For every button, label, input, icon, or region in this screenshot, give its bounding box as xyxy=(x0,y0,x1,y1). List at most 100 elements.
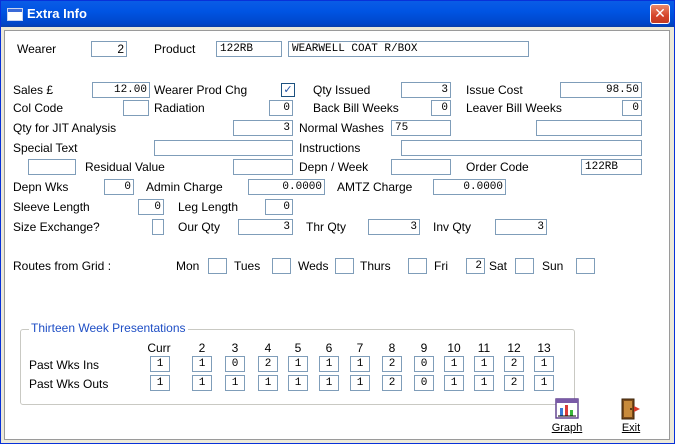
residual-value-label: Residual Value xyxy=(85,160,165,174)
route-day-label: Mon xyxy=(176,259,200,273)
route-day-label: Tues xyxy=(234,259,261,273)
our-qty-label: Our Qty xyxy=(178,220,221,234)
outs-week-cell[interactable]: 0 xyxy=(414,375,434,391)
outs-week-cell[interactable]: 1 xyxy=(288,375,308,391)
route-day-field[interactable]: 2 xyxy=(466,258,485,274)
special-text-field[interactable] xyxy=(154,140,293,156)
route-day-field[interactable] xyxy=(576,258,595,274)
week-column-header: 10 xyxy=(447,341,461,355)
outs-week-cell[interactable]: 1 xyxy=(225,375,245,391)
week-column-header: 7 xyxy=(356,341,364,355)
leaver-bill-weeks-field[interactable]: 0 xyxy=(622,100,642,116)
exit-button[interactable]: Exit xyxy=(614,397,648,435)
ins-week-cell[interactable]: 1 xyxy=(534,356,554,372)
ins-week-cell[interactable]: 1 xyxy=(319,356,339,372)
week-column-header: 2 xyxy=(198,341,206,355)
thr-qty-field[interactable]: 3 xyxy=(368,219,420,235)
issue-cost-label: Issue Cost xyxy=(466,83,523,97)
outs-week-cell[interactable]: 2 xyxy=(382,375,402,391)
graph-button-label: Graph xyxy=(551,422,583,434)
product-code-field[interactable]: 122RB xyxy=(216,41,282,57)
outs-week-cell[interactable]: 1 xyxy=(192,375,212,391)
qty-issued-label: Qty Issued xyxy=(313,83,371,97)
route-day-field[interactable] xyxy=(335,258,354,274)
instructions-field[interactable] xyxy=(401,140,642,156)
route-day-field[interactable] xyxy=(272,258,291,274)
extra-info-window: Extra Info ✕ Wearer 2 Product 122RB WEAR… xyxy=(0,0,675,444)
route-day-field[interactable] xyxy=(208,258,227,274)
sleeve-length-field[interactable]: 0 xyxy=(138,199,164,215)
qty-issued-field[interactable]: 3 xyxy=(401,82,451,98)
outs-week-cell[interactable]: 2 xyxy=(504,375,524,391)
sales-field[interactable]: 12.00 xyxy=(92,82,150,98)
inv-qty-field[interactable]: 3 xyxy=(495,219,547,235)
route-day-label: Sat xyxy=(489,259,508,273)
product-label: Product xyxy=(154,42,196,56)
ins-week-cell[interactable]: 1 xyxy=(474,356,494,372)
route-day-field[interactable] xyxy=(408,258,427,274)
past-wks-outs-label: Past Wks Outs xyxy=(29,377,109,391)
week-column-header: 11 xyxy=(477,341,491,355)
radiation-label: Radiation xyxy=(154,101,205,115)
amtz-charge-field[interactable]: 0.0000 xyxy=(433,179,506,195)
outs-week-cell[interactable]: 1 xyxy=(534,375,554,391)
past-wks-ins-label: Past Wks Ins xyxy=(29,358,100,372)
week-column-header: 5 xyxy=(294,341,302,355)
normal-washes-extra-field[interactable] xyxy=(536,120,642,136)
ins-week-cell[interactable]: 1 xyxy=(288,356,308,372)
wearer-label: Wearer xyxy=(17,42,57,56)
radiation-field[interactable]: 0 xyxy=(269,100,293,116)
qty-jit-field[interactable]: 3 xyxy=(233,120,293,136)
routes-label: Routes from Grid : xyxy=(13,259,112,273)
wearer-field[interactable]: 2 xyxy=(91,41,127,57)
ins-week-cell[interactable]: 2 xyxy=(382,356,402,372)
ins-week-cell[interactable]: 1 xyxy=(150,356,170,372)
outs-week-cell[interactable]: 1 xyxy=(350,375,370,391)
graph-icon xyxy=(555,398,579,419)
close-button[interactable]: ✕ xyxy=(650,4,670,24)
outs-week-cell[interactable]: 1 xyxy=(258,375,278,391)
admin-charge-field[interactable]: 0.0000 xyxy=(248,179,325,195)
route-day-field[interactable] xyxy=(515,258,534,274)
sales-label: Sales £ xyxy=(13,83,54,97)
route-day-label: Thurs xyxy=(360,259,391,273)
ins-week-cell[interactable]: 0 xyxy=(225,356,245,372)
leg-length-label: Leg Length xyxy=(178,200,239,214)
ins-week-cell[interactable]: 0 xyxy=(414,356,434,372)
leg-length-field[interactable]: 0 xyxy=(265,199,293,215)
depn-wks-field[interactable]: 0 xyxy=(104,179,134,195)
qty-jit-label: Qty for JIT Analysis xyxy=(13,121,117,135)
outs-week-cell[interactable]: 1 xyxy=(444,375,464,391)
outs-week-cell[interactable]: 1 xyxy=(150,375,170,391)
route-day-label: Fri xyxy=(434,259,448,273)
order-code-label: Order Code xyxy=(466,160,529,174)
week-column-header: 8 xyxy=(388,341,396,355)
special-text-label: Special Text xyxy=(13,141,78,155)
issue-cost-field[interactable]: 98.50 xyxy=(560,82,642,98)
amtz-charge-label: AMTZ Charge xyxy=(337,180,413,194)
order-code-field[interactable]: 122RB xyxy=(581,159,642,175)
residual-value-field[interactable] xyxy=(233,159,293,175)
ins-week-cell[interactable]: 2 xyxy=(504,356,524,372)
graph-button[interactable]: Graph xyxy=(550,397,584,435)
week-column-header: 13 xyxy=(537,341,551,355)
outs-week-cell[interactable]: 1 xyxy=(319,375,339,391)
window-icon xyxy=(7,8,23,21)
ins-week-cell[interactable]: 1 xyxy=(444,356,464,372)
ins-week-cell[interactable]: 2 xyxy=(258,356,278,372)
residual-pre-field[interactable] xyxy=(28,159,76,175)
ins-week-cell[interactable]: 1 xyxy=(350,356,370,372)
size-exchange-field[interactable] xyxy=(152,219,164,235)
back-bill-weeks-field[interactable]: 0 xyxy=(431,100,451,116)
depn-week-field[interactable] xyxy=(391,159,451,175)
outs-week-cell[interactable]: 1 xyxy=(474,375,494,391)
wearer-prod-chg-checkbox[interactable]: ✓ xyxy=(281,83,295,97)
normal-washes-field[interactable]: 75 xyxy=(391,120,451,136)
col-code-field[interactable] xyxy=(123,100,149,116)
exit-door-icon xyxy=(621,398,640,420)
sleeve-length-label: Sleeve Length xyxy=(13,200,90,214)
leaver-bill-weeks-label: Leaver Bill Weeks xyxy=(466,101,562,115)
ins-week-cell[interactable]: 1 xyxy=(192,356,212,372)
our-qty-field[interactable]: 3 xyxy=(238,219,293,235)
product-description-field[interactable]: WEARWELL COAT R/BOX xyxy=(288,41,529,57)
